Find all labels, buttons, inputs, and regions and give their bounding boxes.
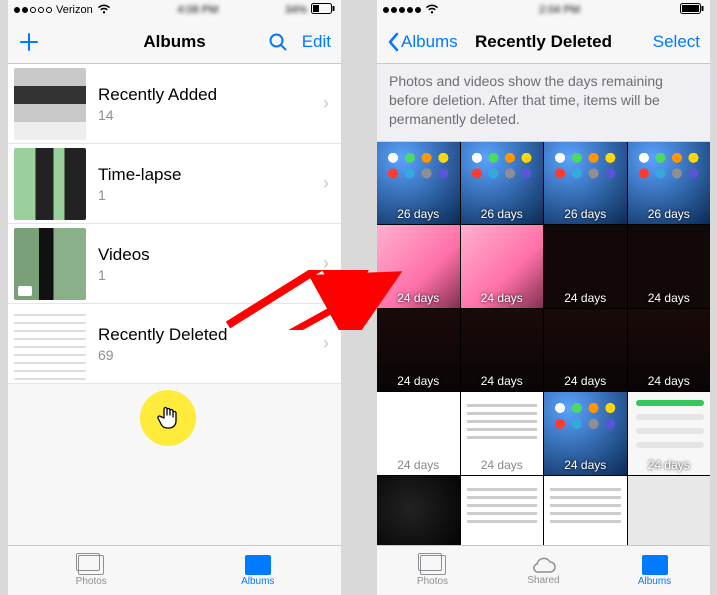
nav-bar: Albums Edit (8, 20, 341, 64)
days-remaining: 26 days (377, 207, 460, 221)
nav-title: Albums (98, 32, 251, 52)
photo-cell[interactable]: 24 days (377, 309, 460, 392)
battery-icon (680, 3, 704, 17)
days-remaining: 24 days (461, 291, 544, 305)
annotation-cursor-highlight (140, 390, 196, 446)
days-remaining: 24 days (544, 374, 627, 388)
back-label: Albums (401, 32, 458, 52)
nav-title: Recently Deleted (467, 32, 620, 52)
hand-cursor-icon (156, 404, 180, 432)
days-remaining: 24 days (377, 291, 460, 305)
shared-icon (531, 556, 557, 574)
tab-label: Albums (638, 576, 671, 587)
photo-cell[interactable]: 24 days (544, 309, 627, 392)
days-remaining: 24 days (628, 291, 711, 305)
photo-cell[interactable]: 26 days (461, 142, 544, 225)
album-count: 69 (98, 347, 323, 363)
photo-cell[interactable]: 26 days (628, 142, 711, 225)
photos-icon (78, 555, 104, 575)
days-remaining: 26 days (628, 207, 711, 221)
album-count: 1 (98, 187, 323, 203)
days-remaining: 24 days (544, 458, 627, 472)
tab-bar: Photos Shared Albums (377, 545, 710, 595)
album-title: Recently Deleted (98, 325, 323, 345)
photo-cell[interactable]: 24 days (544, 225, 627, 308)
status-time: 2:04 PM (539, 4, 580, 16)
days-remaining: 26 days (544, 207, 627, 221)
phone-recently-deleted-screen: 2:04 PM Albums Recently Deleted Select P… (377, 0, 710, 595)
chevron-right-icon: › (323, 173, 329, 194)
album-title: Recently Added (98, 85, 323, 105)
photo-cell[interactable]: 24 days (377, 392, 460, 475)
days-remaining: 24 days (377, 374, 460, 388)
phone-albums-screen: Verizon 4:08 PM 34% Albums Edit (8, 0, 341, 595)
album-count: 14 (98, 107, 323, 123)
photo-cell[interactable]: 24 days (377, 225, 460, 308)
album-row-recently-deleted[interactable]: Recently Deleted 69 › (8, 304, 341, 384)
select-button[interactable]: Select (653, 32, 700, 52)
status-time: 4:08 PM (177, 4, 218, 16)
days-remaining: 24 days (628, 458, 711, 472)
photo-cell[interactable]: 24 days (544, 392, 627, 475)
photos-icon (420, 555, 446, 575)
info-banner: Photos and videos show the days remainin… (377, 64, 710, 142)
tab-label: Photos (76, 576, 107, 587)
photo-cell[interactable]: 24 days (461, 392, 544, 475)
days-remaining: 24 days (461, 458, 544, 472)
days-remaining: 26 days (461, 207, 544, 221)
days-remaining: 24 days (461, 374, 544, 388)
photo-cell[interactable]: 26 days (544, 142, 627, 225)
edit-button[interactable]: Edit (302, 32, 331, 52)
albums-icon (642, 555, 668, 575)
album-row-videos[interactable]: Videos 1 › (8, 224, 341, 304)
album-list: Recently Added 14 › Time-lapse 1 › Video… (8, 64, 341, 384)
album-count: 1 (98, 267, 323, 283)
album-title: Time-lapse (98, 165, 323, 185)
tab-label: Shared (527, 575, 559, 586)
battery-icon (311, 3, 335, 17)
photo-cell[interactable]: 26 days (377, 142, 460, 225)
album-thumbnail (14, 308, 86, 380)
photo-cell[interactable]: 24 days (628, 392, 711, 475)
add-album-button[interactable] (18, 31, 40, 53)
back-button[interactable]: Albums (387, 32, 458, 52)
search-button[interactable] (268, 32, 288, 52)
photo-cell[interactable]: 24 days (628, 225, 711, 308)
photo-cell[interactable]: 24 days (461, 225, 544, 308)
album-row-recently-added[interactable]: Recently Added 14 › (8, 64, 341, 144)
tab-albums[interactable]: Albums (599, 546, 710, 595)
status-bar: 2:04 PM (377, 0, 710, 20)
album-row-time-lapse[interactable]: Time-lapse 1 › (8, 144, 341, 224)
chevron-right-icon: › (323, 93, 329, 114)
signal-dots-icon (383, 7, 421, 13)
tab-bar: Photos Albums (8, 545, 341, 595)
days-remaining: 24 days (377, 458, 460, 472)
chevron-right-icon: › (323, 253, 329, 274)
days-remaining: 24 days (628, 374, 711, 388)
tab-label: Photos (417, 576, 448, 587)
tab-albums[interactable]: Albums (175, 546, 342, 595)
battery-percent: 34% (285, 4, 307, 16)
wifi-icon (97, 4, 111, 17)
carrier-label: Verizon (56, 4, 93, 16)
signal-dots-icon (14, 7, 52, 13)
tab-label: Albums (241, 576, 274, 587)
tab-shared[interactable]: Shared (488, 546, 599, 595)
tab-photos[interactable]: Photos (8, 546, 175, 595)
wifi-icon (425, 4, 439, 17)
album-thumbnail (14, 228, 86, 300)
album-thumbnail (14, 148, 86, 220)
photo-cell[interactable]: 24 days (628, 309, 711, 392)
photo-cell[interactable]: 24 days (461, 309, 544, 392)
tab-photos[interactable]: Photos (377, 546, 488, 595)
albums-icon (245, 555, 271, 575)
deleted-photos-grid: 26 days 26 days 26 days 26 days 24 days … (377, 142, 710, 559)
album-thumbnail (14, 68, 86, 140)
nav-bar: Albums Recently Deleted Select (377, 20, 710, 64)
status-bar: Verizon 4:08 PM 34% (8, 0, 341, 20)
album-title: Videos (98, 245, 323, 265)
chevron-right-icon: › (323, 333, 329, 354)
days-remaining: 24 days (544, 291, 627, 305)
